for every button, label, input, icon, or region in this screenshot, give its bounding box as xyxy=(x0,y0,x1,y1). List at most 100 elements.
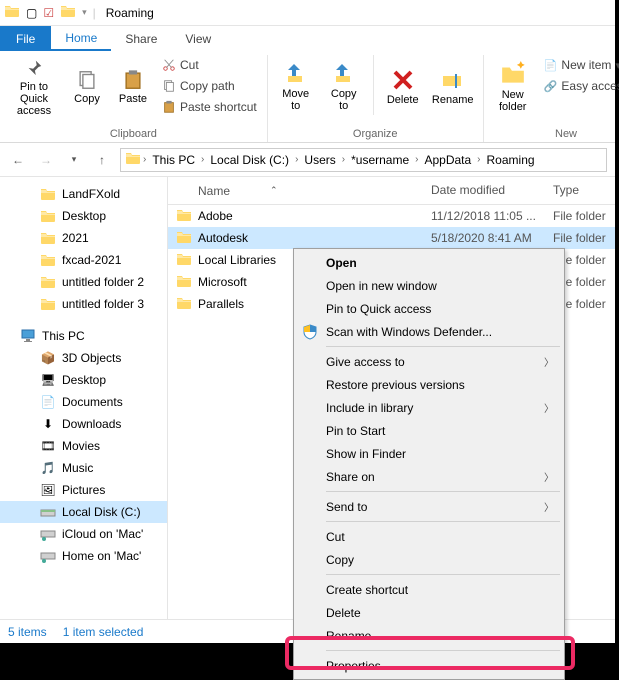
network-drive-icon xyxy=(40,526,56,542)
menu-item-delete[interactable]: Delete xyxy=(296,601,562,624)
menu-item-share-on[interactable]: Share on〉 xyxy=(296,465,562,488)
pin-to-quick-access-button[interactable]: Pin to Quick access xyxy=(6,55,62,119)
qat-dropdown[interactable]: ▾ xyxy=(82,7,87,18)
tab-share[interactable]: Share xyxy=(111,26,171,51)
up-button[interactable]: ↑ xyxy=(92,150,112,170)
menu-item-include-in-library[interactable]: Include in library〉 xyxy=(296,396,562,419)
label: untitled folder 3 xyxy=(62,297,144,311)
tab-home[interactable]: Home xyxy=(51,26,111,51)
menu-item-scan-with-windows-defender-[interactable]: Scan with Windows Defender... xyxy=(296,320,562,343)
chevron-right-icon[interactable]: › xyxy=(143,154,146,165)
label: Delete xyxy=(387,94,419,106)
back-button[interactable]: ← xyxy=(8,150,28,170)
tree-item[interactable]: iCloud on 'Mac' xyxy=(0,523,167,545)
tree-item[interactable]: LandFXold xyxy=(0,183,167,205)
menu-item-properties[interactable]: Properties xyxy=(296,654,562,677)
breadcrumb-item[interactable]: AppData xyxy=(420,153,475,167)
menu-label: Scan with Windows Defender... xyxy=(326,325,492,339)
new-folder-button[interactable]: New folder xyxy=(490,55,536,119)
new-item-button[interactable]: 📄 New item ▾ xyxy=(540,55,619,75)
folder-icon xyxy=(60,3,76,22)
menu-item-rename[interactable]: Rename xyxy=(296,624,562,647)
column-name[interactable]: Name⌃ xyxy=(168,177,423,204)
scissors-icon xyxy=(162,58,176,72)
chevron-right-icon[interactable]: › xyxy=(201,154,204,165)
paste-button[interactable]: Paste xyxy=(112,55,154,119)
breadcrumbs[interactable]: › This PC › Local Disk (C:) › Users › *u… xyxy=(120,148,607,172)
tree-item[interactable]: 🖥Desktop xyxy=(0,369,167,391)
tab-file[interactable]: File xyxy=(0,26,51,51)
menu-item-send-to[interactable]: Send to〉 xyxy=(296,495,562,518)
move-to-button[interactable]: Move to xyxy=(274,55,318,119)
file-row[interactable]: Adobe11/12/2018 11:05 ...File folder xyxy=(168,205,615,227)
paste-shortcut-button[interactable]: Paste shortcut xyxy=(158,97,261,117)
folder-icon xyxy=(40,296,56,312)
menu-label: Pin to Start xyxy=(326,424,385,438)
tree-item[interactable]: 🎵Music xyxy=(0,457,167,479)
file-name: Adobe xyxy=(198,209,233,223)
tree-item-thispc[interactable]: This PC xyxy=(0,325,167,347)
tree-item[interactable]: Home on 'Mac' xyxy=(0,545,167,567)
system-folder-icon: 🖼 xyxy=(40,482,56,498)
menu-label: Delete xyxy=(326,606,361,620)
menu-item-create-shortcut[interactable]: Create shortcut xyxy=(296,578,562,601)
breadcrumb-item[interactable]: *username xyxy=(347,153,413,167)
column-date[interactable]: Date modified xyxy=(423,177,545,204)
tree-item[interactable]: 🎞Movies xyxy=(0,435,167,457)
column-type[interactable]: Type xyxy=(545,177,615,204)
copy-to-icon xyxy=(332,62,356,86)
cut-button[interactable]: Cut xyxy=(158,55,261,75)
menu-item-open[interactable]: Open xyxy=(296,251,562,274)
copy-button[interactable]: Copy xyxy=(66,55,108,119)
tree-item[interactable]: untitled folder 2 xyxy=(0,271,167,293)
menu-item-cut[interactable]: Cut xyxy=(296,525,562,548)
breadcrumb-item[interactable]: This PC xyxy=(148,153,199,167)
tree-item[interactable]: 🖼Pictures xyxy=(0,479,167,501)
chevron-right-icon[interactable]: › xyxy=(477,154,480,165)
recent-dropdown[interactable]: ▾ xyxy=(64,150,84,170)
menu-item-show-in-finder[interactable]: Show in Finder xyxy=(296,442,562,465)
ribbon-group-clipboard: Pin to Quick access Copy Paste Cut Copy … xyxy=(0,55,268,142)
tree-item[interactable]: 📄Documents xyxy=(0,391,167,413)
file-row[interactable]: Autodesk5/18/2020 8:41 AMFile folder xyxy=(168,227,615,249)
file-type: File folder xyxy=(545,231,615,245)
rename-button[interactable]: Rename xyxy=(429,55,477,119)
tree-item[interactable]: Local Disk (C:) xyxy=(0,501,167,523)
paste-shortcut-icon xyxy=(162,100,176,114)
delete-button[interactable]: Delete xyxy=(381,55,425,119)
menu-item-restore-previous-versions[interactable]: Restore previous versions xyxy=(296,373,562,396)
menu-item-pin-to-start[interactable]: Pin to Start xyxy=(296,419,562,442)
qat-item-checked[interactable]: ☑ xyxy=(43,6,54,20)
menu-label: Include in library xyxy=(326,401,413,415)
copy-to-button[interactable]: Copy to xyxy=(322,55,366,119)
breadcrumb-item[interactable]: Local Disk (C:) xyxy=(206,153,293,167)
tab-view[interactable]: View xyxy=(171,26,225,51)
menu-label: Share on xyxy=(326,470,375,484)
tree-item[interactable]: 2021 xyxy=(0,227,167,249)
tree-item[interactable]: untitled folder 3 xyxy=(0,293,167,315)
chevron-right-icon[interactable]: › xyxy=(342,154,345,165)
easy-access-button[interactable]: 🔗 Easy access ▾ xyxy=(540,76,619,96)
chevron-right-icon[interactable]: › xyxy=(415,154,418,165)
menu-item-give-access-to[interactable]: Give access to〉 xyxy=(296,350,562,373)
system-folder-icon: 🎵 xyxy=(40,460,56,476)
label: Copy xyxy=(74,93,100,105)
forward-button[interactable]: → xyxy=(36,150,56,170)
tree-item[interactable]: 📦3D Objects xyxy=(0,347,167,369)
menu-item-open-in-new-window[interactable]: Open in new window xyxy=(296,274,562,297)
ribbon-tabs: File Home Share View xyxy=(0,26,615,51)
menu-label: Give access to xyxy=(326,355,405,369)
tree-item[interactable]: fxcad-2021 xyxy=(0,249,167,271)
breadcrumb-item[interactable]: Users xyxy=(300,153,339,167)
breadcrumb-item[interactable]: Roaming xyxy=(483,153,539,167)
navigation-pane[interactable]: LandFXoldDesktop2021fxcad-2021untitled f… xyxy=(0,177,168,619)
menu-item-copy[interactable]: Copy xyxy=(296,548,562,571)
titlebar: ▢ ☑ ▾ | Roaming xyxy=(0,0,615,26)
explorer-window: ▢ ☑ ▾ | Roaming File Home Share View Pin… xyxy=(0,0,615,675)
tree-item[interactable]: ⬇Downloads xyxy=(0,413,167,435)
qat-item[interactable]: ▢ xyxy=(26,6,37,20)
tree-item[interactable]: Desktop xyxy=(0,205,167,227)
menu-item-pin-to-quick-access[interactable]: Pin to Quick access xyxy=(296,297,562,320)
chevron-right-icon[interactable]: › xyxy=(295,154,298,165)
copy-path-button[interactable]: Copy path xyxy=(158,76,261,96)
